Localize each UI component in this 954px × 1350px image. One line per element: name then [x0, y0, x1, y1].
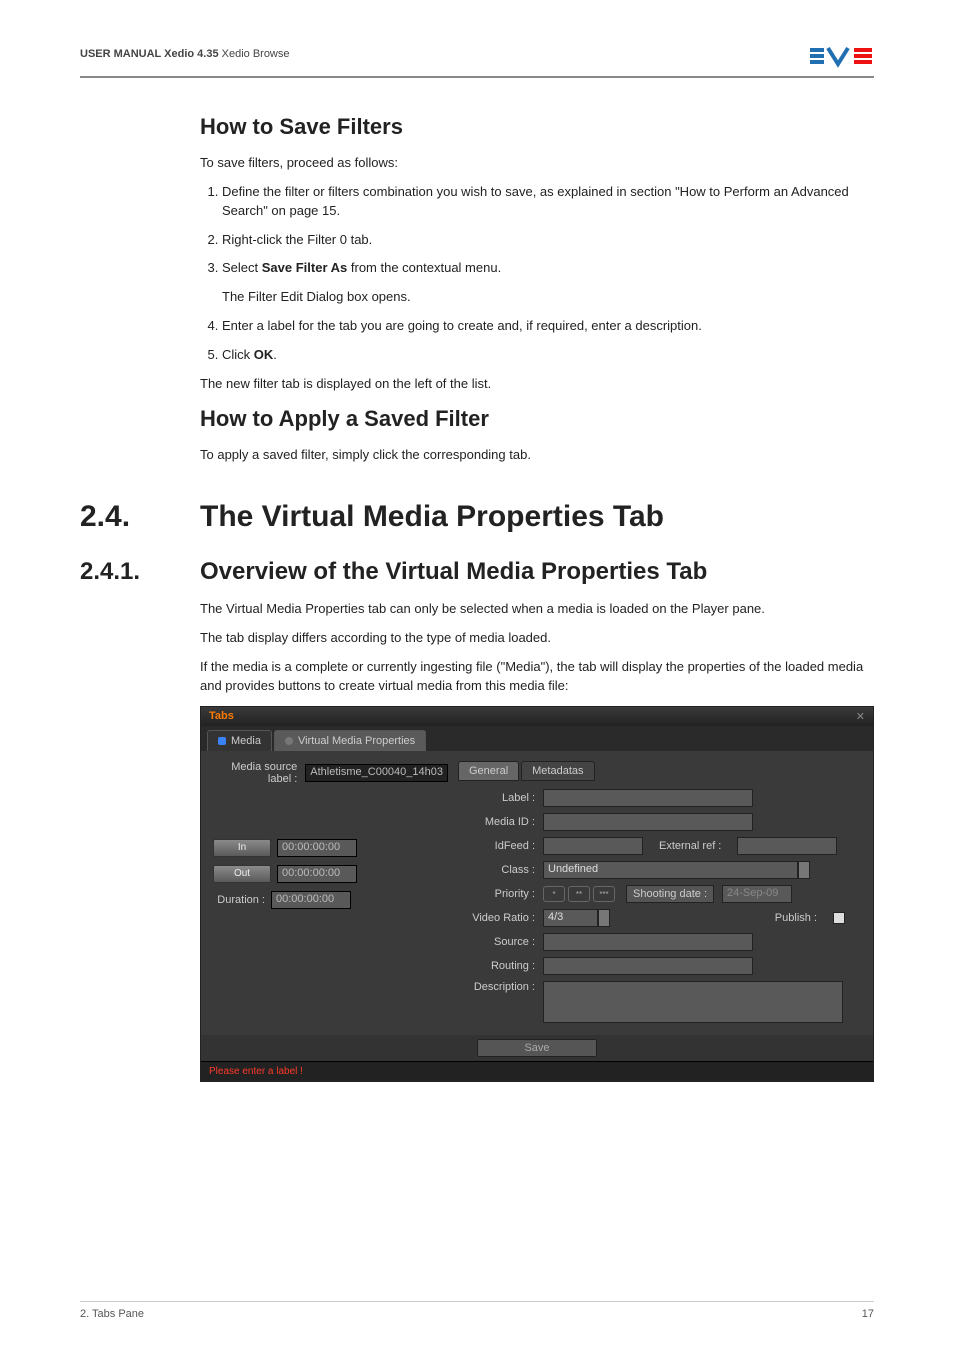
tab-media-label: Media	[231, 735, 261, 747]
save-filters-intro: To save filters, proceed as follows:	[200, 154, 874, 173]
footer-right: 17	[862, 1308, 874, 1320]
save-filters-after: The new filter tab is displayed on the l…	[200, 375, 874, 394]
product-name: Xedio 4.35	[164, 48, 218, 60]
inner-tab-metadatas[interactable]: Metadatas	[521, 761, 594, 781]
manual-prefix: USER MANUAL	[80, 48, 161, 60]
label-field[interactable]	[543, 789, 753, 807]
error-bar: Please enter a label !	[201, 1061, 873, 1081]
tab-vmp-label: Virtual Media Properties	[298, 735, 415, 747]
videoratio-field[interactable]: 4/3	[543, 909, 598, 927]
header-text: USER MANUAL Xedio 4.35 Xedio Browse	[80, 48, 290, 60]
tab-vmp[interactable]: Virtual Media Properties	[274, 730, 426, 751]
in-button[interactable]: In	[213, 839, 271, 857]
routing-field[interactable]	[543, 957, 753, 975]
publish-lbl: Publish :	[775, 912, 825, 924]
evs-logo	[810, 40, 874, 68]
info-icon	[285, 737, 293, 745]
description-field[interactable]	[543, 981, 843, 1023]
save-filters-steps: Define the filter or filters combination…	[222, 183, 874, 365]
step-3-sub: The Filter Edit Dialog box opens.	[222, 288, 874, 307]
priority-lbl: Priority :	[458, 888, 543, 900]
extref-field[interactable]	[737, 837, 837, 855]
section-num-2-4: 2.4.	[80, 500, 200, 534]
videoratio-dropdown-icon[interactable]	[598, 909, 610, 927]
media-source-label-lbl: Media source label :	[213, 761, 305, 785]
vmp-screenshot: Tabs ✕ Media Virtual Media Properties Me…	[200, 706, 874, 1082]
out-value[interactable]: 00:00:00:00	[277, 865, 357, 883]
duration-lbl: Duration :	[213, 894, 271, 906]
in-value[interactable]: 00:00:00:00	[277, 839, 357, 857]
priority-1[interactable]: *	[543, 886, 565, 902]
source-field[interactable]	[543, 933, 753, 951]
vmp-p3: If the media is a complete or currently …	[200, 658, 874, 696]
save-filters-heading: How to Save Filters	[200, 114, 874, 140]
page-footer: 2. Tabs Pane 17	[80, 1301, 874, 1320]
step-1: Define the filter or filters combination…	[222, 183, 874, 221]
publish-checkbox[interactable]	[833, 912, 845, 924]
priority-3[interactable]: ***	[593, 886, 615, 902]
module-name: Xedio Browse	[222, 48, 290, 60]
extref-lbl: External ref :	[659, 840, 729, 852]
footer-left: 2. Tabs Pane	[80, 1308, 144, 1320]
out-button[interactable]: Out	[213, 865, 271, 883]
idfeed-lbl: IdFeed :	[458, 840, 543, 852]
class-lbl: Class :	[458, 864, 543, 876]
window-title: Tabs	[209, 710, 234, 722]
save-button[interactable]: Save	[477, 1039, 597, 1057]
step-5: Click OK.	[222, 346, 874, 365]
window-titlebar: Tabs ✕	[201, 707, 873, 726]
inner-tab-general[interactable]: General	[458, 761, 519, 781]
section-title-2-4: The Virtual Media Properties Tab	[200, 500, 664, 534]
step-3: Select Save Filter As from the contextua…	[222, 259, 874, 307]
section-title-2-4-1: Overview of the Virtual Media Properties…	[200, 558, 707, 586]
apply-filter-body: To apply a saved filter, simply click th…	[200, 446, 874, 465]
priority-2[interactable]: **	[568, 886, 590, 902]
tab-media[interactable]: Media	[207, 730, 272, 751]
media-source-label-field[interactable]: Athletisme_C00040_14h03	[305, 764, 448, 782]
vmp-p1: The Virtual Media Properties tab can onl…	[200, 600, 874, 619]
shootdate-field[interactable]: 24-Sep-09	[722, 885, 792, 903]
label-lbl: Label :	[458, 792, 543, 804]
idfeed-field[interactable]	[543, 837, 643, 855]
duration-value: 00:00:00:00	[271, 891, 351, 909]
mediaid-lbl: Media ID :	[458, 816, 543, 828]
mediaid-field[interactable]	[543, 813, 753, 831]
main-tabs: Media Virtual Media Properties	[201, 726, 873, 751]
apply-filter-heading: How to Apply a Saved Filter	[200, 406, 874, 432]
media-icon	[218, 737, 226, 745]
routing-lbl: Routing :	[458, 960, 543, 972]
shootdate-lbl: Shooting date :	[626, 885, 714, 903]
page-header: USER MANUAL Xedio 4.35 Xedio Browse	[80, 40, 874, 78]
class-field[interactable]: Undefined	[543, 861, 798, 879]
vmp-p2: The tab display differs according to the…	[200, 629, 874, 648]
step-4: Enter a label for the tab you are going …	[222, 317, 874, 336]
section-num-2-4-1: 2.4.1.	[80, 558, 200, 586]
videoratio-lbl: Video Ratio :	[458, 912, 543, 924]
description-lbl: Description :	[458, 981, 543, 993]
class-dropdown-icon[interactable]	[798, 861, 810, 879]
close-icon[interactable]: ✕	[856, 710, 865, 723]
source-lbl: Source :	[458, 936, 543, 948]
step-2: Right-click the Filter 0 tab.	[222, 231, 874, 250]
